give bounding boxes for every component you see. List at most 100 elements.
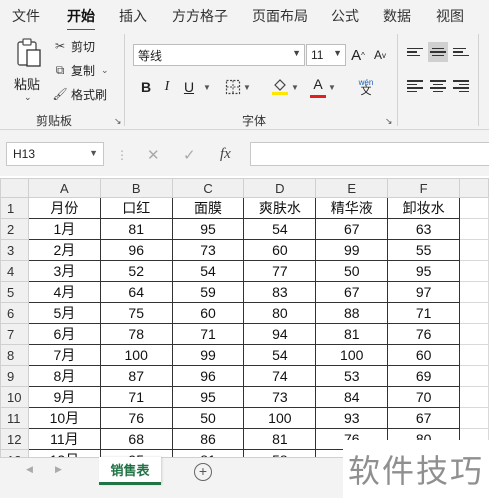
column-header-e[interactable]: E xyxy=(315,178,389,198)
dialog-launcher-icon[interactable]: ↘ xyxy=(385,116,393,127)
cell-d9[interactable]: 74 xyxy=(243,365,317,387)
cell-d7[interactable]: 94 xyxy=(243,323,317,345)
row-header[interactable]: 7 xyxy=(0,323,29,345)
cell-e4[interactable]: 50 xyxy=(315,260,389,282)
tab-view[interactable]: 视图 xyxy=(436,6,464,26)
cell-e10[interactable]: 84 xyxy=(315,386,389,408)
tab-data[interactable]: 数据 xyxy=(383,6,411,26)
underline-button[interactable]: U xyxy=(180,76,198,98)
cell-g5[interactable] xyxy=(459,281,489,303)
cell-e7[interactable]: 81 xyxy=(315,323,389,345)
align-left-button[interactable] xyxy=(405,76,425,96)
cell-c3[interactable]: 73 xyxy=(171,239,245,261)
row-header[interactable]: 3 xyxy=(0,239,29,261)
column-header-a[interactable]: A xyxy=(27,178,101,198)
sheet-tab[interactable]: 销售表 xyxy=(99,457,161,485)
cell-a9[interactable]: 8月 xyxy=(27,365,101,387)
font-color-button[interactable]: A ▼ xyxy=(308,76,338,98)
cell-c1[interactable]: 面膜 xyxy=(171,197,245,219)
cell-a8[interactable]: 7月 xyxy=(27,344,101,366)
cell-g6[interactable] xyxy=(459,302,489,324)
scroll-right-icon[interactable]: ▶ xyxy=(55,464,62,475)
cell-d1[interactable]: 爽肤水 xyxy=(243,197,317,219)
cell-a5[interactable]: 4月 xyxy=(27,281,101,303)
cell-d10[interactable]: 73 xyxy=(243,386,317,408)
cell-a11[interactable]: 10月 xyxy=(27,407,101,429)
cell-g1[interactable] xyxy=(459,197,489,219)
tab-home[interactable]: 开始 xyxy=(67,6,95,32)
cell-a1[interactable]: 月份 xyxy=(27,197,101,219)
cell-e8[interactable]: 100 xyxy=(315,344,389,366)
cell-c2[interactable]: 95 xyxy=(171,218,245,240)
cell-b2[interactable]: 81 xyxy=(99,218,173,240)
tab-file[interactable]: 文件 xyxy=(12,6,40,26)
cell-b11[interactable]: 76 xyxy=(99,407,173,429)
cell-e5[interactable]: 67 xyxy=(315,281,389,303)
row-header[interactable]: 12 xyxy=(0,428,29,450)
tab-insert[interactable]: 插入 xyxy=(119,6,147,26)
cell-a2[interactable]: 1月 xyxy=(27,218,101,240)
cell-f8[interactable]: 60 xyxy=(387,344,461,366)
copy-button[interactable]: ⧉ 复制 ⌄ xyxy=(52,60,109,80)
cell-b4[interactable]: 52 xyxy=(99,260,173,282)
cell-d5[interactable]: 83 xyxy=(243,281,317,303)
underline-dropdown[interactable]: ▼ xyxy=(200,76,212,98)
chevron-down-icon[interactable]: ⌄ xyxy=(24,92,32,103)
cell-f4[interactable]: 95 xyxy=(387,260,461,282)
cancel-icon[interactable]: ✕ xyxy=(147,146,160,164)
add-sheet-icon[interactable]: + xyxy=(194,463,212,481)
insert-function-button[interactable]: fx xyxy=(220,146,231,163)
cell-d4[interactable]: 77 xyxy=(243,260,317,282)
row-header[interactable]: 2 xyxy=(0,218,29,240)
cell-f10[interactable]: 70 xyxy=(387,386,461,408)
cell-e11[interactable]: 93 xyxy=(315,407,389,429)
fill-color-button[interactable]: ▼ xyxy=(270,76,300,98)
cell-f3[interactable]: 55 xyxy=(387,239,461,261)
cell-c8[interactable]: 99 xyxy=(171,344,245,366)
cell-d3[interactable]: 60 xyxy=(243,239,317,261)
cell-b12[interactable]: 68 xyxy=(99,428,173,450)
row-header[interactable]: 5 xyxy=(0,281,29,303)
cell-g8[interactable] xyxy=(459,344,489,366)
cell-g11[interactable] xyxy=(459,407,489,429)
cell-e9[interactable]: 53 xyxy=(315,365,389,387)
format-painter-button[interactable]: 🖌 格式刷 xyxy=(52,84,107,104)
cell-g9[interactable] xyxy=(459,365,489,387)
paste-button[interactable]: 粘贴 ⌄ xyxy=(10,36,50,106)
cell-f9[interactable]: 69 xyxy=(387,365,461,387)
italic-button[interactable]: I xyxy=(158,76,176,98)
cell-g7[interactable] xyxy=(459,323,489,345)
cell-c5[interactable]: 59 xyxy=(171,281,245,303)
align-middle-button[interactable] xyxy=(428,42,448,62)
bold-button[interactable]: B xyxy=(137,76,155,98)
row-header[interactable]: 6 xyxy=(0,302,29,324)
cell-a10[interactable]: 9月 xyxy=(27,386,101,408)
column-header-c[interactable]: C xyxy=(171,178,245,198)
row-header[interactable]: 10 xyxy=(0,386,29,408)
column-header-d[interactable]: D xyxy=(243,178,317,198)
cell-f11[interactable]: 67 xyxy=(387,407,461,429)
cell-g3[interactable] xyxy=(459,239,489,261)
align-center-button[interactable] xyxy=(428,76,448,96)
borders-button[interactable]: ▼ xyxy=(222,76,254,98)
cell-d12[interactable]: 81 xyxy=(243,428,317,450)
cell-c12[interactable]: 86 xyxy=(171,428,245,450)
tab-fangfang-gezi[interactable]: 方方格子 xyxy=(172,6,228,26)
cell-d8[interactable]: 54 xyxy=(243,344,317,366)
row-header[interactable]: 9 xyxy=(0,365,29,387)
cell-g4[interactable] xyxy=(459,260,489,282)
cell-f1[interactable]: 卸妆水 xyxy=(387,197,461,219)
cell-c4[interactable]: 54 xyxy=(171,260,245,282)
cell-b10[interactable]: 71 xyxy=(99,386,173,408)
cell-e6[interactable]: 88 xyxy=(315,302,389,324)
cell-e1[interactable]: 精华液 xyxy=(315,197,389,219)
cell-f6[interactable]: 71 xyxy=(387,302,461,324)
cell-b6[interactable]: 75 xyxy=(99,302,173,324)
select-all-corner[interactable] xyxy=(0,178,29,198)
font-name-select[interactable]: 等线 ▼ xyxy=(133,44,305,66)
row-header[interactable]: 11 xyxy=(0,407,29,429)
enter-check-icon[interactable]: ✓ xyxy=(183,146,196,164)
cell-e2[interactable]: 67 xyxy=(315,218,389,240)
cell-b8[interactable]: 100 xyxy=(99,344,173,366)
row-header[interactable]: 8 xyxy=(0,344,29,366)
